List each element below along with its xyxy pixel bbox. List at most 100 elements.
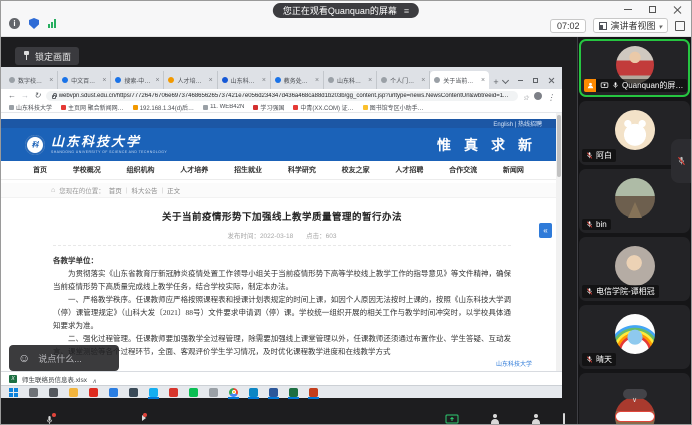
network-quality-icon[interactable] — [48, 19, 56, 28]
participant-tile[interactable]: 电信学院-谭相冠 — [579, 237, 690, 301]
chat-button[interactable] — [563, 414, 565, 424]
browser-tab[interactable]: 中文百科-搜索 — [58, 71, 111, 89]
participant-tile[interactable]: Quanquan的屏… — [579, 39, 690, 97]
taskbar-app-qq[interactable] — [149, 388, 158, 397]
tab-close-icon[interactable] — [421, 77, 425, 84]
bookmark-item[interactable]: 主页网 聚合新闻网… — [61, 103, 124, 112]
taskbar-app-youku[interactable] — [169, 388, 178, 397]
participant-tile[interactable]: 晴天 — [579, 305, 690, 369]
nav-item[interactable]: 科学研究 — [288, 165, 316, 175]
participant-tile-partial[interactable] — [579, 373, 690, 424]
url-field[interactable]: webvpn.sdust.edu.cn/https/77726476706e69… — [46, 91, 518, 101]
taskbar-app-notes[interactable] — [209, 388, 218, 397]
browser-tab[interactable]: 山东科技大学 — [218, 71, 271, 89]
tab-close-icon[interactable] — [102, 77, 106, 84]
collapse-panel-button[interactable] — [623, 389, 647, 399]
meeting-info-icon[interactable]: i — [9, 18, 20, 29]
browser-tab[interactable]: 个人门户-山东科 — [377, 71, 430, 89]
browser-menu-icon[interactable] — [547, 87, 555, 105]
nav-item[interactable]: 新闻网 — [503, 165, 524, 175]
tab-close-icon[interactable] — [262, 77, 266, 84]
tab-close-icon[interactable] — [481, 77, 485, 84]
browser-tab[interactable]: 人才培养方案 — [164, 71, 217, 89]
taskbar-app-tool[interactable] — [129, 388, 138, 397]
download-caret-icon[interactable] — [92, 370, 96, 388]
browser-minimize-icon[interactable] — [518, 80, 523, 81]
bookmark-item[interactable]: 图书馆专区小助手… — [363, 103, 424, 112]
taskbar-app-folder[interactable] — [69, 388, 78, 397]
browser-address-bar: webvpn.sdust.edu.cn/https/77726476706e69… — [1, 89, 562, 102]
back-button[interactable] — [8, 92, 16, 100]
taskbar-app-powerpoint[interactable] — [309, 388, 318, 397]
university-logo[interactable]: 科 山东科技大学 SHANDONG UNIVERSITY OF SCIENCE … — [25, 135, 167, 155]
emoji-smiley-icon[interactable] — [18, 349, 30, 367]
nav-item[interactable]: 校友之家 — [342, 165, 370, 175]
new-tab-button[interactable]: + — [489, 75, 503, 89]
browser-tab[interactable]: 搜索-中国知网 — [111, 71, 164, 89]
bookmark-item[interactable]: 学习强国 — [253, 103, 284, 112]
tab-close-icon[interactable] — [155, 77, 159, 84]
watching-banner[interactable]: 您正在观看Quanquan的屏幕 — [273, 3, 419, 18]
breadcrumb-home[interactable]: 首页 — [109, 185, 122, 195]
chat-quick-input[interactable]: 说点什么... — [9, 345, 119, 371]
taskbar-app-wechat[interactable] — [189, 388, 198, 397]
lock-screen-button[interactable]: 锁定画面 — [15, 47, 79, 65]
nav-item[interactable]: 招生就业 — [234, 165, 262, 175]
tab-close-icon[interactable] — [315, 77, 319, 84]
bookmark-favicon — [253, 105, 258, 110]
taskbar-app-netease-music[interactable] — [89, 388, 98, 397]
browser-tab[interactable]: 数字校园-登录 — [5, 71, 58, 89]
floating-mic-muted-popup[interactable] — [671, 139, 691, 183]
nav-item[interactable]: 合作交流 — [449, 165, 477, 175]
bookmark-item[interactable]: 山东科技大学 — [9, 103, 52, 112]
taskbar-app-search[interactable] — [29, 388, 38, 397]
download-filename[interactable]: 师生联络员信息表.xlsx — [22, 374, 87, 384]
nav-item[interactable]: 人才培养 — [180, 165, 208, 175]
tab-close-icon[interactable] — [209, 77, 213, 84]
minimize-button[interactable] — [624, 9, 632, 10]
taskbar-app-edge[interactable] — [249, 388, 258, 397]
breadcrumb-section[interactable]: 科大公告 — [131, 185, 157, 195]
nav-item[interactable]: 学校概况 — [73, 165, 101, 175]
meeting-toolbar — [1, 412, 575, 424]
page-side-widget[interactable] — [539, 223, 552, 238]
avatar — [615, 246, 655, 286]
browser-tab[interactable]: 山东科技大学 — [324, 71, 377, 89]
nav-item[interactable]: 组织机构 — [127, 165, 155, 175]
bookmark-item[interactable]: 中青(XX.COM) 证… — [293, 103, 353, 112]
forward-button[interactable] — [21, 92, 29, 100]
fullscreen-button[interactable] — [675, 21, 685, 31]
share-screen-button[interactable] — [445, 414, 459, 424]
browser-maximize-icon[interactable] — [533, 78, 538, 83]
taskbar-app-word[interactable] — [269, 388, 278, 397]
browser-tab-active[interactable]: 关于当前疫情形 — [430, 71, 489, 89]
profile-avatar[interactable] — [534, 92, 542, 100]
security-shield-icon[interactable] — [29, 18, 39, 29]
close-button[interactable] — [673, 5, 681, 13]
bookmark-item[interactable]: 11. WEB42N — [203, 104, 244, 110]
maximize-button[interactable] — [649, 6, 656, 13]
windows-start-button[interactable] — [9, 388, 18, 397]
view-mode-button[interactable]: 演讲者视图 — [593, 18, 668, 33]
taskbar-app-chrome[interactable] — [229, 388, 238, 397]
bookmark-star-icon[interactable] — [523, 87, 529, 105]
tab-close-icon[interactable] — [49, 77, 53, 84]
tab-close-icon[interactable] — [368, 77, 372, 84]
browser-close-icon[interactable] — [548, 77, 554, 83]
tab-search-icon[interactable] — [502, 76, 509, 83]
bookmark-item[interactable]: 192.168.1.34(d)后… — [133, 103, 194, 112]
nav-item[interactable]: 首页 — [33, 165, 47, 175]
taskbar-app-mail[interactable] — [109, 388, 118, 397]
page-footer-link[interactable]: 山东科技大学 — [496, 359, 532, 368]
refresh-button[interactable] — [34, 92, 41, 100]
site-top-links[interactable]: English | 热线招聘 — [493, 119, 542, 128]
nav-item[interactable]: 人才招聘 — [395, 165, 423, 175]
page-scrollbar[interactable] — [556, 113, 562, 371]
browser-tab[interactable]: 教务处通知公告 — [271, 71, 324, 89]
taskbar-app-excel[interactable] — [289, 388, 298, 397]
scrollbar-thumb[interactable] — [557, 115, 561, 177]
microphone-button[interactable] — [45, 414, 54, 424]
banner-menu-icon[interactable] — [404, 6, 409, 16]
taskbar-app-task-view[interactable] — [49, 388, 58, 397]
article-paragraph: 为贯彻落实《山东省教育厅新冠肺炎疫情处置工作领导小组关于当前疫情形势下高等学校线… — [53, 267, 511, 293]
